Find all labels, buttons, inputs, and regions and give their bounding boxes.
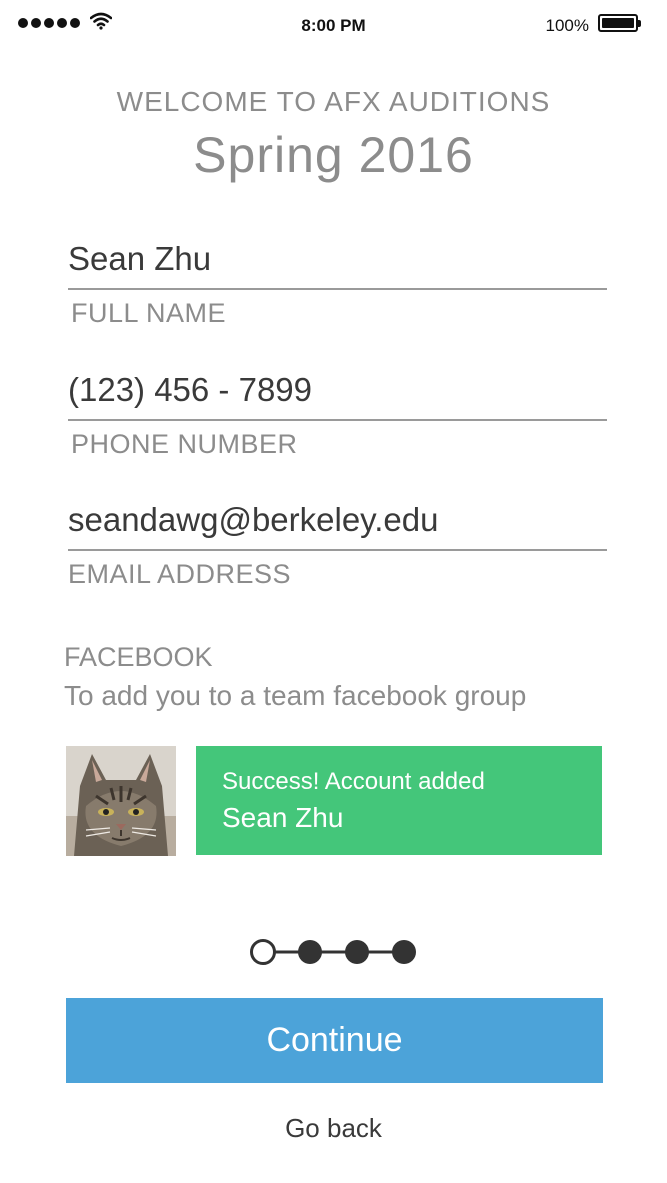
phone-number-underline: [68, 419, 607, 421]
full-name-field[interactable]: Sean Zhu FULL NAME: [68, 236, 607, 329]
step-progress-indicator: [250, 939, 416, 965]
email-input[interactable]: seandawg@berkeley.edu: [68, 497, 607, 543]
battery-percent: 100%: [545, 16, 589, 35]
battery-icon: [598, 14, 641, 32]
go-back-link[interactable]: Go back: [0, 1113, 667, 1144]
progress-step: [345, 940, 369, 964]
email-field[interactable]: seandawg@berkeley.edu EMAIL ADDRESS: [68, 497, 607, 590]
status-bar: 8:00 PM 100%: [0, 0, 667, 50]
progress-step-current: [250, 939, 276, 965]
facebook-description: To add you to a team facebook group: [64, 680, 527, 711]
phone-number-label: PHONE NUMBER: [71, 429, 298, 459]
facebook-heading: FACEBOOK: [64, 642, 213, 672]
progress-step: [392, 940, 416, 964]
cat-avatar-image: [66, 746, 176, 856]
full-name-underline: [68, 288, 607, 290]
facebook-account-name: Sean Zhu: [222, 802, 344, 833]
phone-number-input[interactable]: (123) 456 - 7899: [68, 367, 607, 413]
season-title: Spring 2016: [193, 127, 474, 183]
facebook-success-banner: Success! Account added Sean Zhu: [196, 746, 602, 855]
avatar: [66, 746, 176, 856]
continue-button[interactable]: Continue: [66, 998, 603, 1083]
full-name-label: FULL NAME: [71, 298, 227, 328]
welcome-heading: WELCOME TO AFX AUDITIONS: [116, 86, 551, 117]
phone-number-field[interactable]: (123) 456 - 7899 PHONE NUMBER: [68, 367, 607, 460]
email-label: EMAIL ADDRESS: [68, 559, 292, 589]
full-name-input[interactable]: Sean Zhu: [68, 236, 607, 282]
success-message: Success! Account added: [222, 768, 485, 795]
email-underline: [68, 549, 607, 551]
progress-step: [298, 940, 322, 964]
